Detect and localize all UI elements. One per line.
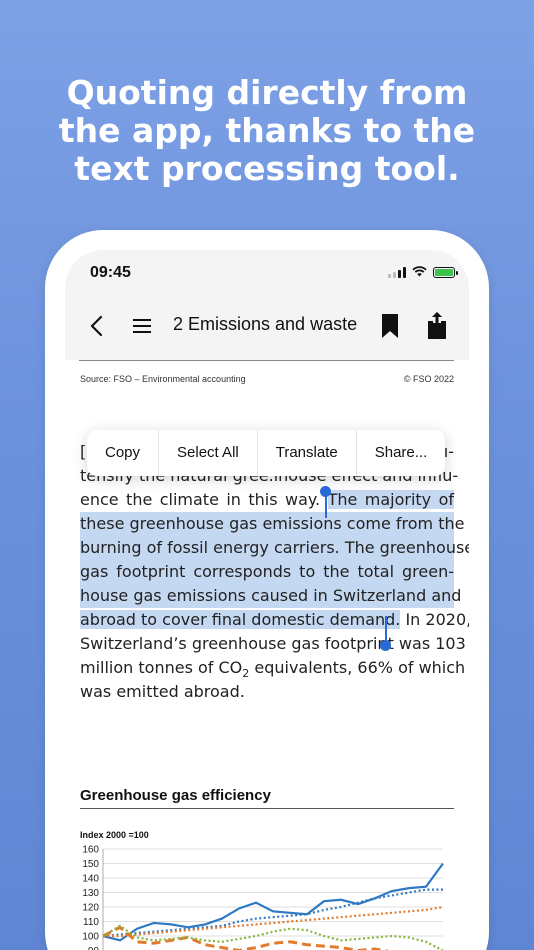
- copyright-note: © FSO 2022: [403, 374, 454, 384]
- share-icon[interactable]: [425, 310, 449, 340]
- y-tick-label: 100: [82, 932, 99, 943]
- chart-title: Greenhouse gas efficiency: [80, 787, 271, 804]
- translate-menu-item[interactable]: Translate: [256, 430, 356, 476]
- text-line: ence the climate in this way. The majori…: [80, 490, 454, 509]
- navigation-bar: 2 Emissions and waste: [65, 302, 469, 352]
- text-line: million tonnes of CO2 equivalents, 66% o…: [80, 658, 466, 680]
- text-selection-menu: Copy Select All Translate Share...: [87, 430, 446, 476]
- selection-end-handle-knob[interactable]: [380, 640, 391, 651]
- headline-line-1: Quoting directly from: [66, 73, 468, 112]
- selected-text: abroad to cover final domestic demand.: [80, 610, 401, 629]
- y-tick-label: 90: [88, 946, 100, 950]
- text-line: Switzerland’s greenhouse gas footprint w…: [80, 634, 466, 653]
- selected-text-line: gas footprint corresponds to the total g…: [80, 560, 454, 584]
- bookmark-icon[interactable]: [379, 312, 401, 340]
- share-menu-item[interactable]: Share...: [355, 430, 446, 476]
- y-tick-label: 130: [82, 888, 99, 899]
- y-tick-label: 110: [83, 917, 99, 928]
- y-tick-label: 160: [82, 845, 99, 856]
- selection-start-handle-knob[interactable]: [320, 486, 331, 497]
- status-time: 09:45: [90, 264, 131, 281]
- text-line: abroad to cover final domestic demand. I…: [80, 610, 469, 629]
- selected-text: The majority of: [327, 490, 454, 509]
- headline-line-2: the app, thanks to the: [58, 111, 476, 150]
- selection-end-handle[interactable]: [385, 616, 387, 642]
- y-tick-label: 120: [82, 903, 99, 914]
- text-line: was emitted abroad.: [80, 682, 245, 701]
- y-tick-label: 150: [82, 859, 99, 870]
- selected-text-line: these greenhouse gas emissions come from…: [80, 512, 464, 536]
- series-line-0: [102, 862, 444, 942]
- y-tick-label: 140: [82, 874, 99, 885]
- chart-title-rule: [80, 808, 454, 809]
- headline: Quoting directly from the app, thanks to…: [0, 74, 534, 188]
- greenhouse-gas-efficiency-chart: Index 2000 =100 160 150 140 130 120 110 100 90: [80, 830, 444, 950]
- battery-charging-icon: [433, 267, 458, 278]
- app-screen: 09:45 2 Emissions and waste Source: FSO …: [65, 250, 469, 950]
- wifi-icon: [412, 266, 427, 279]
- source-note: Source: FSO – Environmental accounting: [80, 374, 246, 384]
- y-axis-label: Index 2000 =100: [80, 830, 149, 840]
- document-page: Source: FSO – Environmental accounting ©…: [65, 360, 469, 950]
- status-icons: [388, 266, 458, 279]
- phone-frame: 09:45 2 Emissions and waste Source: FSO …: [45, 230, 489, 950]
- cellular-signal-icon: [388, 267, 406, 278]
- copy-menu-item[interactable]: Copy: [87, 430, 158, 476]
- select-all-menu-item[interactable]: Select All: [158, 430, 257, 476]
- chapter-title: 2 Emissions and waste: [173, 314, 358, 334]
- back-chevron-icon[interactable]: [87, 314, 107, 338]
- page-divider: [79, 360, 454, 361]
- headline-line-3: text processing tool.: [74, 149, 460, 188]
- menu-icon[interactable]: [131, 316, 153, 336]
- selected-text-line: house gas emissions caused in Switzerlan…: [80, 584, 461, 608]
- selected-text-line: burning of fossil energy carriers. The g…: [80, 536, 469, 560]
- series-line-4: [102, 924, 444, 950]
- body-paragraph[interactable]: [ ı- tensify the natural gree.ıhouse eff…: [80, 440, 469, 704]
